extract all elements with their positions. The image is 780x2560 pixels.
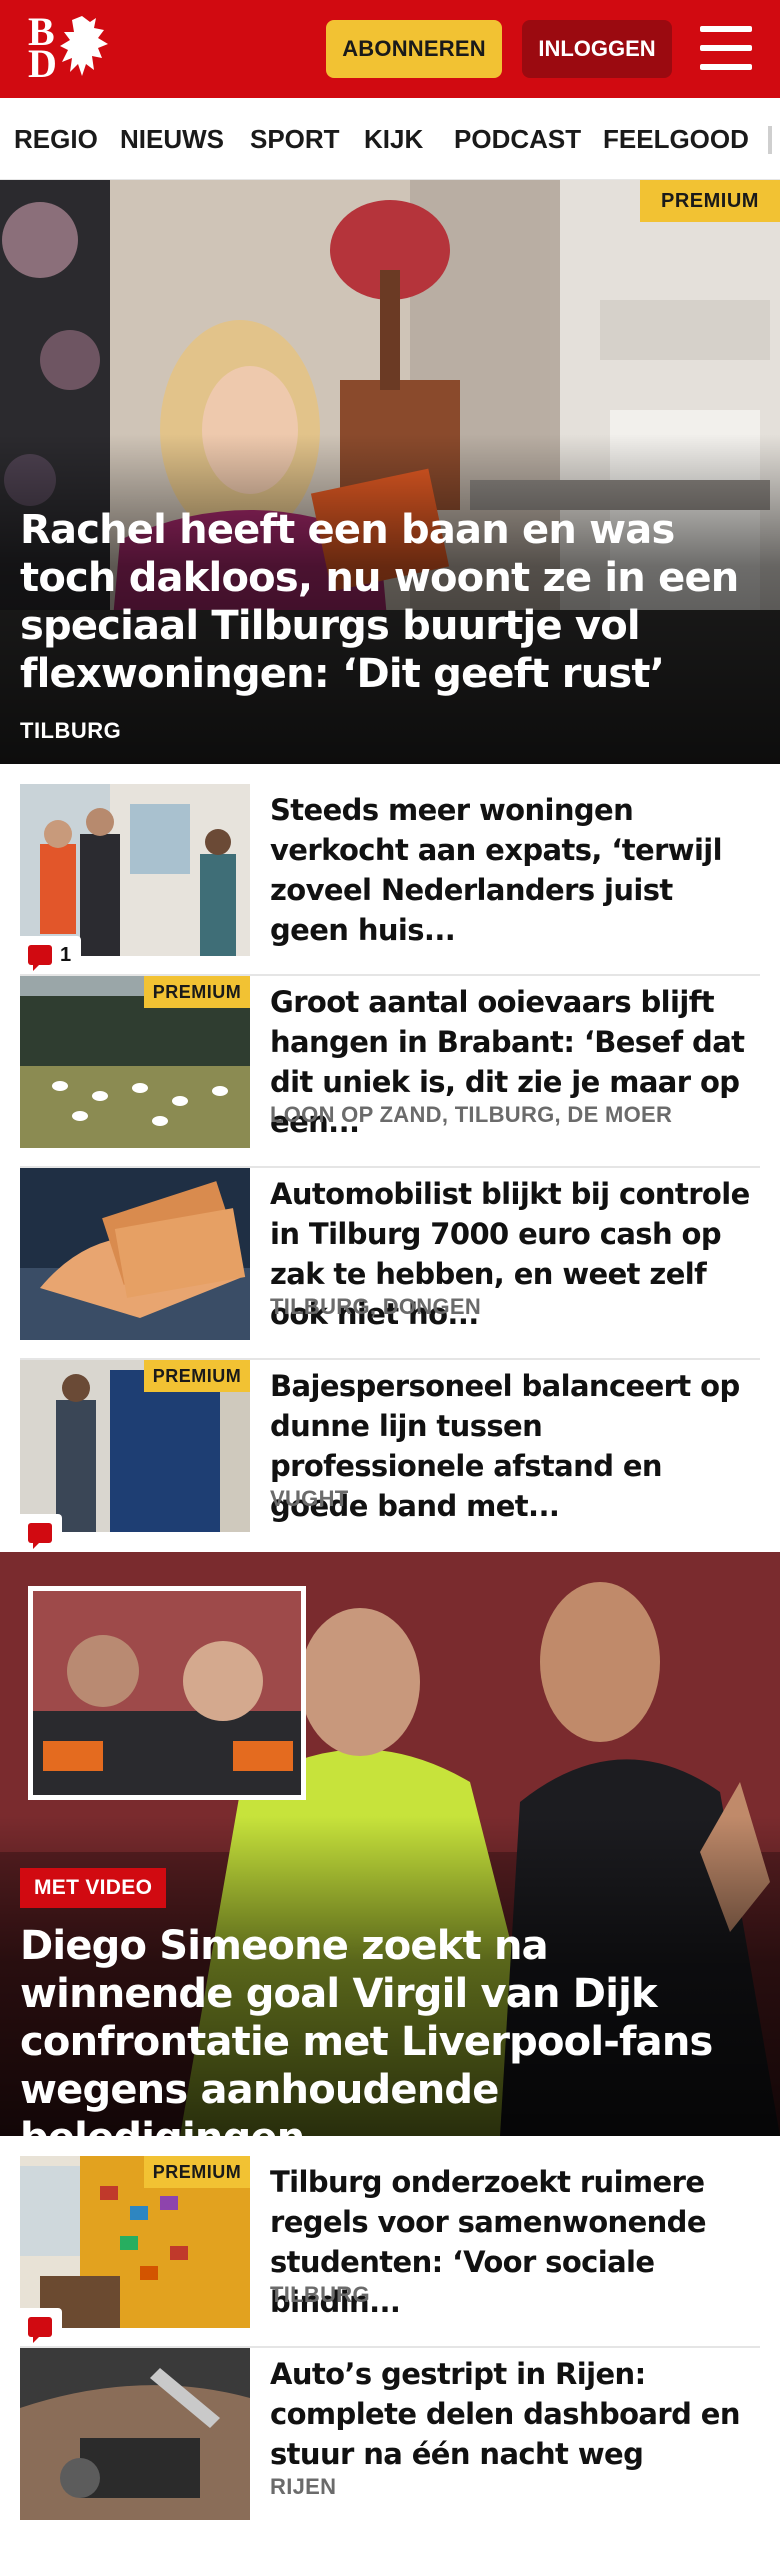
video-badge: MET VIDEO [20, 1868, 167, 1908]
video-article[interactable]: MET VIDEO Diego Simeone zoekt na winnend… [0, 1552, 780, 2136]
premium-badge: PREMIUM [144, 1360, 250, 1392]
article-location: TILBURG [270, 2282, 370, 2307]
comment-icon [28, 945, 52, 971]
article-row[interactable]: Automobilist blijkt bij controle in Tilb… [20, 1168, 760, 1360]
premium-badge: PREMIUM [640, 180, 780, 222]
comment-icon [28, 1523, 52, 1549]
article-thumbnail [20, 784, 250, 956]
article-location: RIJEN [270, 2474, 337, 2499]
comment-count: 1 [60, 943, 72, 966]
hero-location: TILBURG [20, 718, 122, 743]
article-row[interactable]: PREMIUM Bajespersoneel balanceert op dun… [20, 1360, 760, 1552]
premium-badge: PREMIUM [144, 976, 250, 1008]
video-title[interactable]: Diego Simeone zoekt na winnende goal Vir… [20, 1922, 760, 2136]
article-row[interactable]: Auto’s gestript in Rijen: complete delen… [20, 2348, 760, 2540]
article-location: VUGHT [270, 1486, 349, 1511]
comment-icon [28, 2317, 52, 2343]
menu-icon[interactable] [700, 26, 752, 70]
comment-indicator[interactable] [20, 2308, 62, 2346]
nav-item-sport[interactable]: SPORT [250, 98, 340, 179]
article-row[interactable]: PREMIUM Tilburg onderzoekt ruimere regel… [20, 2156, 760, 2348]
lion-icon [60, 16, 108, 76]
hero-title[interactable]: Rachel heeft een baan en was toch dakloo… [20, 506, 760, 698]
nav-item-podcast[interactable]: PODCAST [454, 98, 581, 179]
video-inset [28, 1586, 306, 1800]
article-thumbnail [20, 2348, 250, 2520]
article-location: LOON OP ZAND, TILBURG, DE MOER [270, 1102, 673, 1127]
comment-indicator[interactable]: 1 [20, 936, 82, 974]
subscribe-button[interactable]: ABONNEREN [326, 20, 502, 78]
comment-indicator[interactable] [20, 1514, 62, 1552]
nav-overflow-indicator [768, 126, 772, 154]
nav-item-feelgood[interactable]: FEELGOOD [603, 98, 749, 179]
nav-item-regio[interactable]: REGIO [14, 98, 98, 179]
nav-item-nieuws[interactable]: NIEUWS [120, 98, 224, 179]
article-row[interactable]: 1 Steeds meer woningen verkocht aan expa… [20, 784, 760, 976]
section-nav: REGIO NIEUWS SPORT KIJK PODCAST FEELGOOD [0, 98, 780, 180]
nav-item-kijk[interactable]: KIJK [364, 98, 423, 179]
article-title[interactable]: Auto’s gestript in Rijen: complete delen… [270, 2354, 760, 2474]
bd-logo[interactable]: B D [22, 12, 114, 86]
login-button[interactable]: INLOGGEN [522, 20, 672, 78]
hero-article[interactable]: PREMIUM Rachel heeft een baan en was toc… [0, 180, 780, 764]
article-title[interactable]: Steeds meer woningen verkocht aan expats… [270, 790, 760, 950]
article-row[interactable]: PREMIUM Groot aantal ooievaars blijft ha… [20, 976, 760, 1168]
article-location: TILBURG, DONGEN [270, 1294, 482, 1319]
article-thumbnail [20, 1168, 250, 1340]
premium-badge: PREMIUM [144, 2156, 250, 2188]
top-bar: B D ABONNEREN INLOGGEN [0, 0, 780, 98]
